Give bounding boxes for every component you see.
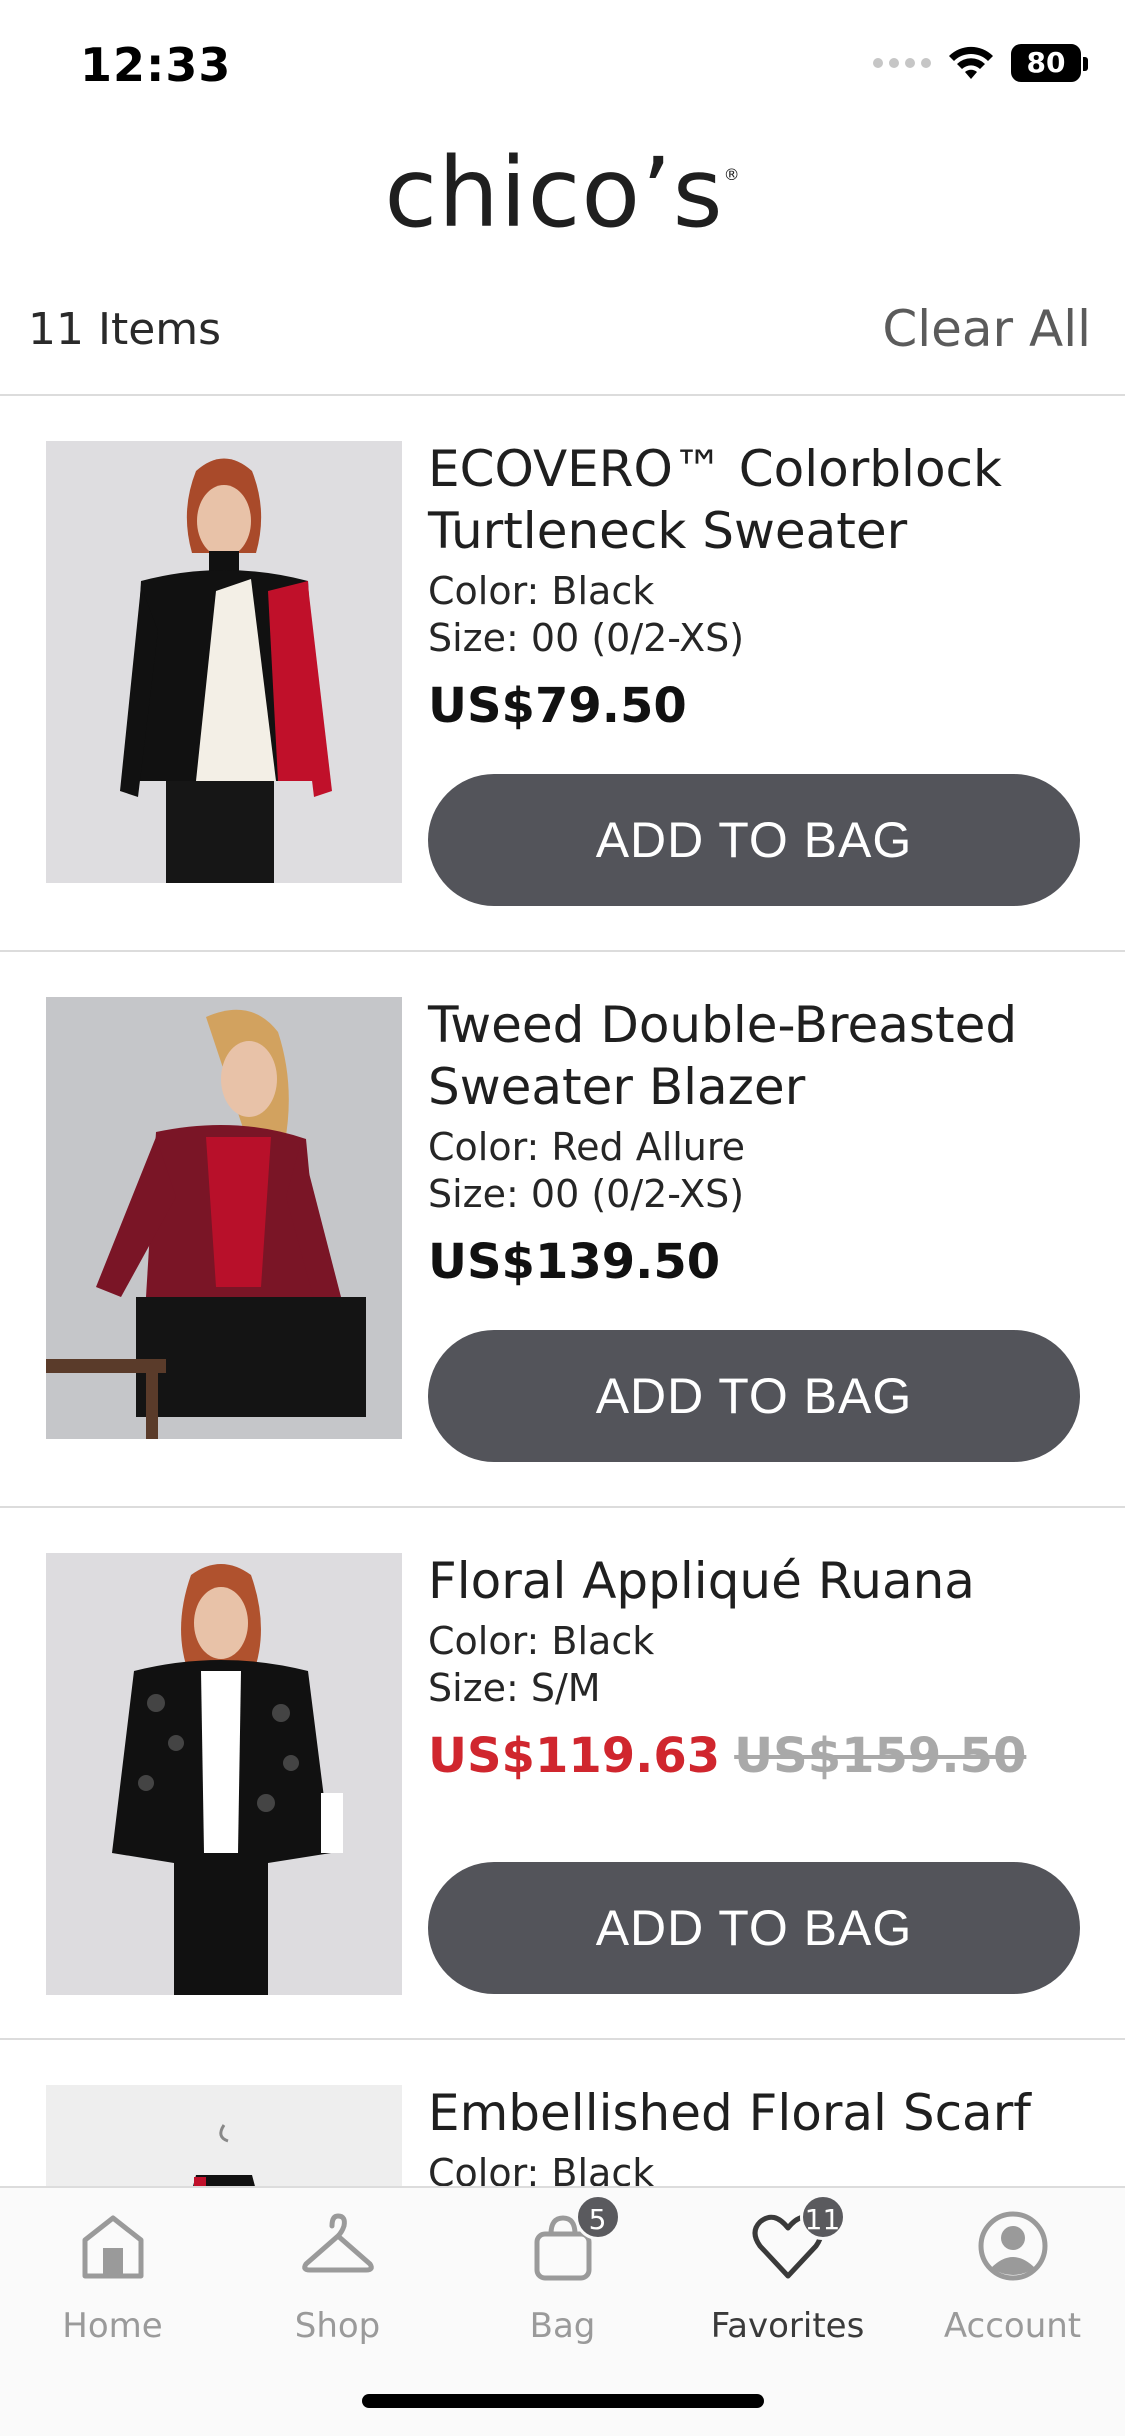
tab-bag-label: Bag xyxy=(529,2306,596,2346)
status-time: 12:33 xyxy=(80,38,232,92)
account-icon xyxy=(973,2206,1053,2286)
bag-icon: 5 xyxy=(523,2194,621,2286)
product-color: Color: Black xyxy=(428,2151,655,2186)
product-image[interactable] xyxy=(46,997,402,1439)
heart-icon: 11 xyxy=(748,2194,846,2286)
clear-all-button[interactable]: Clear All xyxy=(882,300,1091,358)
home-icon xyxy=(73,2206,153,2286)
brand-logo: chico’s® xyxy=(384,137,741,249)
product-info: Floral Appliqué Ruana Color: Black Size:… xyxy=(428,1550,1081,1784)
product-size: Size: S/M xyxy=(428,1666,601,1710)
items-count: 11 Items xyxy=(28,304,222,355)
original-price: US$159.50 xyxy=(734,1728,1027,1784)
product-card: Tweed Double-Breasted Sweater Blazer Col… xyxy=(0,952,1125,1508)
product-name[interactable]: Tweed Double-Breasted Sweater Blazer xyxy=(428,994,1081,1118)
product-name[interactable]: ECOVERO™ Colorblock Turtleneck Sweater xyxy=(428,438,1081,562)
product-color: Color: Black xyxy=(428,1619,655,1663)
product-size: Size: 00 (0/2-XS) xyxy=(428,616,745,660)
product-image[interactable] xyxy=(46,2085,402,2186)
product-price: US$79.50 xyxy=(428,678,687,734)
add-to-bag-button[interactable]: ADD TO BAG xyxy=(428,1862,1080,1994)
product-name[interactable]: Embellished Floral Scarf xyxy=(428,2082,1081,2144)
favorites-count-badge: 11 xyxy=(799,2194,846,2240)
tab-home[interactable]: Home xyxy=(0,2206,225,2346)
product-size: Size: 00 (0/2-XS) xyxy=(428,1172,745,1216)
tab-shop[interactable]: Shop xyxy=(225,2206,450,2346)
product-info: Tweed Double-Breasted Sweater Blazer Col… xyxy=(428,994,1081,1290)
product-color: Color: Black xyxy=(428,569,655,613)
tab-home-label: Home xyxy=(62,2306,163,2346)
hanger-icon xyxy=(298,2206,378,2286)
product-image[interactable] xyxy=(46,1553,402,1995)
product-name[interactable]: Floral Appliqué Ruana xyxy=(428,1550,1081,1612)
product-card: Floral Appliqué Ruana Color: Black Size:… xyxy=(0,1508,1125,2040)
tab-favorites[interactable]: 11 Favorites xyxy=(675,2194,900,2346)
product-card: ECOVERO™ Colorblock Turtleneck Sweater C… xyxy=(0,396,1125,952)
product-info: Embellished Floral Scarf Color: Black xyxy=(428,2082,1081,2186)
wifi-icon xyxy=(949,46,993,79)
status-icons: 80 xyxy=(873,44,1088,82)
bag-count-badge: 5 xyxy=(574,2194,621,2240)
tab-account-label: Account xyxy=(943,2306,1082,2346)
battery-icon: 80 xyxy=(1011,44,1088,82)
product-price: US$119.63 US$159.50 xyxy=(428,1728,1081,1784)
sale-price: US$119.63 xyxy=(428,1728,721,1784)
product-image[interactable] xyxy=(46,441,402,883)
product-price: US$139.50 xyxy=(428,1234,721,1290)
tab-account[interactable]: Account xyxy=(900,2206,1125,2346)
add-to-bag-button[interactable]: ADD TO BAG xyxy=(428,1330,1080,1462)
add-to-bag-button[interactable]: ADD TO BAG xyxy=(428,774,1080,906)
product-info: ECOVERO™ Colorblock Turtleneck Sweater C… xyxy=(428,438,1081,734)
status-bar: 12:33 80 xyxy=(0,0,1125,135)
tab-favorites-label: Favorites xyxy=(710,2306,865,2346)
favorites-list-header: 11 Items Clear All xyxy=(0,290,1125,396)
home-indicator xyxy=(362,2394,764,2408)
cellular-signal-icon xyxy=(873,58,931,68)
tab-bag[interactable]: 5 Bag xyxy=(450,2194,675,2346)
product-card: Embellished Floral Scarf Color: Black xyxy=(0,2040,1125,2186)
tab-shop-label: Shop xyxy=(294,2306,381,2346)
product-color: Color: Red Allure xyxy=(428,1125,746,1169)
